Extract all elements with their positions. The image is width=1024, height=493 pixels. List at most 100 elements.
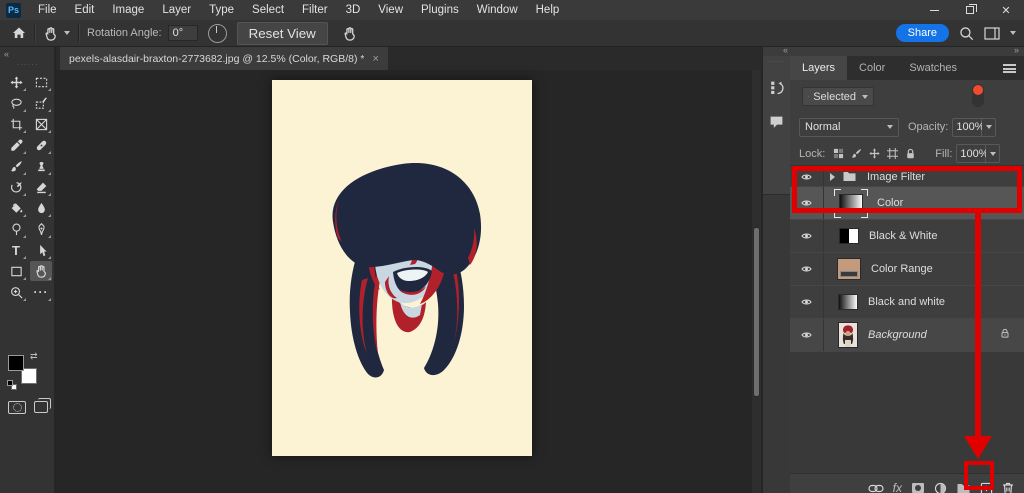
toolbar-collapse-button[interactable]: « — [4, 49, 8, 59]
spot-healing-brush-tool[interactable] — [30, 135, 52, 155]
visibility-toggle[interactable] — [790, 187, 824, 219]
default-colors-icon[interactable] — [7, 380, 16, 389]
clone-stamp-tool[interactable] — [30, 156, 52, 176]
menu-filter[interactable]: Filter — [293, 0, 337, 20]
filter-on-indicator[interactable] — [973, 85, 983, 95]
tool-preset-chevron-icon[interactable] — [64, 31, 70, 35]
menu-help[interactable]: Help — [527, 0, 569, 20]
visibility-toggle[interactable] — [790, 253, 824, 285]
canvas-vertical-scrollbar[interactable] — [752, 70, 761, 493]
lock-pixels-button[interactable] — [851, 148, 862, 159]
layer-filter-dropdown[interactable]: Selected — [802, 87, 874, 106]
foreground-color-swatch[interactable] — [8, 355, 24, 371]
group-expand-icon[interactable] — [830, 173, 835, 181]
rotation-dial[interactable] — [208, 24, 227, 43]
rotate-all-windows-toggle[interactable] — [342, 26, 357, 41]
history-brush-tool[interactable] — [5, 177, 27, 197]
quick-mask-button[interactable] — [8, 401, 26, 414]
edit-toolbar-button[interactable]: ··· — [30, 282, 52, 302]
home-button[interactable] — [12, 26, 26, 40]
menu-image[interactable]: Image — [103, 0, 153, 20]
reset-view-button[interactable]: Reset View — [237, 22, 328, 45]
pen-tool[interactable] — [30, 219, 52, 239]
strip-grip-handle[interactable]: ······ — [763, 57, 790, 66]
new-layer-button[interactable] — [980, 482, 993, 493]
panel-menu-icon[interactable] — [1003, 64, 1016, 73]
restore-button[interactable] — [952, 0, 988, 20]
screen-mode-button[interactable] — [34, 401, 48, 413]
menu-window[interactable]: Window — [468, 0, 527, 20]
object-selection-tool[interactable] — [30, 93, 52, 113]
lock-position-button[interactable] — [869, 148, 880, 159]
gradient-thumbnail[interactable] — [838, 294, 858, 310]
document-tab[interactable]: pexels-alasdair-braxton-2773682.jpg @ 12… — [60, 47, 388, 70]
delete-layer-button[interactable] — [1002, 482, 1014, 493]
add-layer-mask-button[interactable] — [911, 482, 925, 493]
comments-panel-button[interactable] — [767, 112, 786, 131]
zoom-tool[interactable] — [5, 282, 27, 302]
menu-file[interactable]: File — [29, 0, 66, 20]
tab-close-icon[interactable]: × — [372, 53, 378, 65]
frame-tool[interactable] — [30, 114, 52, 134]
rotate-view-tool[interactable] — [30, 261, 52, 281]
layer-row-image-filter[interactable]: Image Filter — [790, 167, 1024, 187]
menu-plugins[interactable]: Plugins — [412, 0, 468, 20]
path-selection-tool[interactable] — [30, 240, 52, 260]
share-button[interactable]: Share — [896, 24, 949, 42]
rectangular-marquee-tool[interactable] — [30, 72, 52, 92]
lock-all-button[interactable] — [905, 148, 916, 160]
history-panel-button[interactable] — [767, 78, 786, 97]
move-tool[interactable] — [5, 72, 27, 92]
layer-thumbnail-selected[interactable] — [835, 190, 867, 217]
photo-thumbnail[interactable] — [838, 322, 858, 348]
menu-layer[interactable]: Layer — [153, 0, 200, 20]
workspace-chevron-icon[interactable] — [1010, 31, 1016, 35]
layer-row-black-and-white[interactable]: Black and white — [790, 286, 1024, 319]
lock-transparency-button[interactable] — [833, 148, 844, 159]
color-range-thumbnail[interactable] — [837, 258, 861, 280]
canvas-artboard[interactable] — [272, 80, 532, 456]
search-button[interactable] — [959, 26, 974, 41]
crop-tool[interactable] — [5, 114, 27, 134]
rotation-angle-input[interactable]: 0° — [168, 25, 198, 41]
close-button[interactable]: ✕ — [988, 0, 1024, 20]
dodge-tool[interactable] — [5, 219, 27, 239]
menu-select[interactable]: Select — [243, 0, 293, 20]
visibility-toggle[interactable] — [790, 220, 824, 252]
tab-swatches[interactable]: Swatches — [897, 56, 969, 80]
dock-collapse-button[interactable]: « — [783, 45, 787, 55]
canvas-area[interactable] — [56, 70, 762, 493]
background-lock-icon[interactable] — [1000, 328, 1010, 342]
blur-tool[interactable] — [30, 198, 52, 218]
layer-row-color-range[interactable]: Color Range — [790, 253, 1024, 286]
blend-mode-select[interactable]: Normal — [799, 118, 899, 137]
adjustment-layer-button[interactable] — [934, 482, 947, 493]
layer-row-color[interactable]: Color — [790, 187, 1024, 220]
rectangle-tool[interactable] — [5, 261, 27, 281]
layer-row-black-white[interactable]: Black & White — [790, 220, 1024, 253]
visibility-toggle[interactable] — [790, 286, 824, 318]
toolbar-grip-handle[interactable]: ······ — [0, 60, 55, 69]
lock-artboard-button[interactable] — [887, 148, 898, 159]
layer-effects-button[interactable]: fx — [893, 481, 902, 493]
type-tool[interactable]: T — [5, 240, 27, 260]
link-layers-button[interactable] — [868, 484, 884, 493]
dock-expand-button[interactable]: » — [1014, 45, 1018, 55]
paint-bucket-tool[interactable] — [5, 198, 27, 218]
menu-view[interactable]: View — [369, 0, 412, 20]
swap-colors-icon[interactable]: ⇄ — [30, 351, 38, 362]
tab-layers[interactable]: Layers — [790, 56, 847, 80]
menu-3d[interactable]: 3D — [337, 0, 370, 20]
eraser-tool[interactable] — [30, 177, 52, 197]
visibility-toggle[interactable] — [790, 167, 824, 186]
menu-type[interactable]: Type — [200, 0, 243, 20]
rotate-view-tool-preset[interactable] — [43, 26, 58, 41]
menu-edit[interactable]: Edit — [66, 0, 104, 20]
fill-select[interactable]: 100% — [956, 144, 1000, 163]
workspace-switcher[interactable] — [984, 27, 1000, 40]
minimize-button[interactable] — [916, 0, 952, 20]
visibility-toggle[interactable] — [790, 319, 824, 351]
eyedropper-tool[interactable] — [5, 135, 27, 155]
scrollbar-thumb[interactable] — [753, 227, 760, 397]
bw-thumbnail[interactable] — [839, 228, 859, 244]
